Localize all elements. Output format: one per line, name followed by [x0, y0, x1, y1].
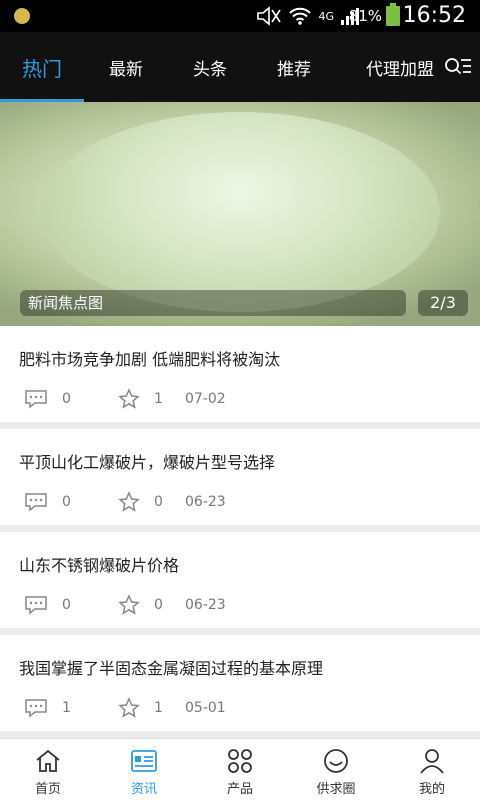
tab-recommended[interactable]: 推荐 [252, 32, 336, 102]
tab-agency[interactable]: 代理加盟 [336, 32, 436, 102]
favorite-count: 0 [154, 494, 163, 510]
status-bar: 4G 81% 16:52 [0, 0, 480, 32]
favorite-count: 1 [154, 700, 163, 716]
bottom-nav-home[interactable]: 首页 [0, 739, 96, 800]
news-meta: 0 0 06-23 [24, 594, 226, 616]
banner-photo [40, 112, 440, 312]
list-item[interactable]: 平顶山化工爆破片，爆破片型号选择 0 0 06-23 [0, 429, 480, 525]
network-type-label: 4G [318, 9, 334, 23]
favorite-count: 1 [154, 391, 163, 407]
wifi-icon [289, 7, 312, 25]
top-tab-bar: 热门 最新 头条 推荐 代理加盟 [0, 32, 480, 102]
tab-headlines[interactable]: 头条 [168, 32, 252, 102]
comment-count: 1 [62, 700, 71, 716]
news-icon [131, 750, 157, 772]
news-list: 肥料市场竞争加剧 低端肥料将被淘汰 0 1 07-02 平顶山化工爆破片，爆破片… [0, 326, 480, 738]
notification-dot-icon [14, 8, 30, 24]
mute-icon [257, 6, 282, 26]
news-date: 05-01 [185, 700, 226, 716]
comment-count: 0 [62, 597, 71, 613]
bottom-nav-news[interactable]: 资讯 [96, 739, 192, 800]
user-icon [420, 749, 444, 774]
bottom-nav-supply[interactable]: 供求圈 [288, 739, 384, 800]
bottom-nav-label: 供求圈 [316, 782, 356, 797]
status-icons: 4G [256, 5, 360, 27]
news-title: 平顶山化工爆破片，爆破片型号选择 [19, 453, 276, 472]
tab-latest[interactable]: 最新 [84, 32, 168, 102]
news-meta: 0 0 06-23 [24, 491, 226, 513]
news-title: 我国掌握了半固态金属凝固过程的基本原理 [19, 659, 324, 678]
comment-count: 0 [62, 391, 71, 407]
battery-icon [386, 3, 400, 26]
banner-caption: 新闻焦点图 [20, 290, 406, 316]
comment-icon [25, 699, 47, 718]
list-item[interactable]: 山东不锈钢爆破片价格 0 0 06-23 [0, 532, 480, 628]
comment-count: 0 [62, 494, 71, 510]
star-icon[interactable] [118, 594, 140, 616]
bottom-nav-mine[interactable]: 我的 [384, 739, 480, 800]
news-date: 07-02 [185, 391, 226, 407]
bottom-nav-label: 资讯 [130, 782, 157, 797]
search-menu-icon[interactable] [436, 32, 480, 102]
grid-icon [228, 749, 252, 773]
home-icon [36, 749, 60, 772]
news-date: 06-23 [185, 597, 226, 613]
star-icon[interactable] [118, 491, 140, 513]
news-date: 06-23 [185, 494, 226, 510]
star-icon[interactable] [118, 697, 140, 719]
banner-pager: 2/3 [418, 290, 468, 316]
comment-icon [25, 390, 47, 409]
comment-icon [25, 596, 47, 615]
bottom-nav-label: 我的 [418, 782, 445, 797]
news-meta: 0 1 07-02 [24, 388, 226, 410]
battery-percent: 81% [348, 7, 382, 25]
news-meta: 1 1 05-01 [24, 697, 226, 719]
bottom-nav: 首页 资讯 产品 供求圈 我的 [0, 738, 480, 800]
favorite-count: 0 [154, 597, 163, 613]
news-title: 肥料市场竞争加剧 低端肥料将被淘汰 [19, 350, 281, 369]
news-title: 山东不锈钢爆破片价格 [19, 556, 180, 575]
comment-icon [25, 493, 47, 512]
bottom-nav-products[interactable]: 产品 [192, 739, 288, 800]
smile-icon [324, 749, 348, 773]
list-item[interactable]: 肥料市场竞争加剧 低端肥料将被淘汰 0 1 07-02 [0, 326, 480, 422]
bottom-nav-label: 产品 [226, 782, 253, 797]
list-item[interactable]: 我国掌握了半固态金属凝固过程的基本原理 1 1 05-01 [0, 635, 480, 731]
bottom-nav-label: 首页 [34, 782, 61, 797]
tab-hot[interactable]: 热门 [0, 32, 84, 102]
status-time: 16:52 [402, 3, 466, 28]
star-icon[interactable] [118, 388, 140, 410]
